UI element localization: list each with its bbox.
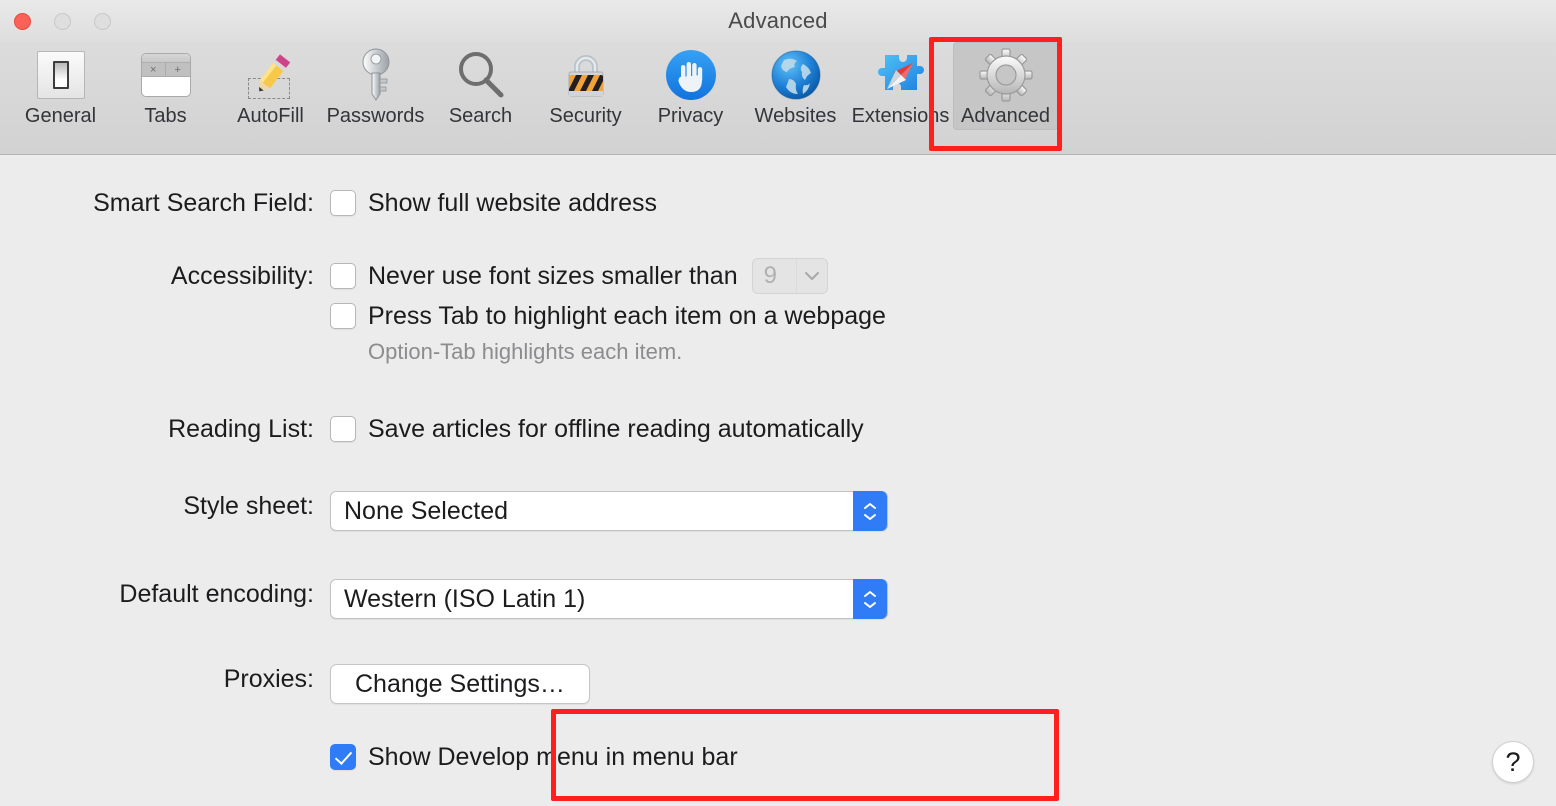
smart-search-field-label: Smart Search Field: [93,189,314,217]
show-develop-menu-row[interactable]: Show Develop menu in menu bar [330,742,738,772]
tab-security[interactable]: Security [533,42,638,130]
help-button[interactable]: ? [1492,741,1534,783]
proxies-label: Proxies: [223,665,314,693]
row-style-sheet: Style sheet: None Selected [80,491,888,531]
default-encoding-stepper-icon[interactable] [853,579,887,619]
tab-extensions[interactable]: Extensions [848,42,953,130]
tab-security-label: Security [549,105,622,127]
tab-autofill-label: AutoFill [237,105,304,127]
autofill-icon [243,47,299,103]
accessibility-hint: Option-Tab highlights each item. [368,339,683,364]
general-icon [33,47,89,103]
tab-tabs[interactable]: × + Tabs [113,42,218,130]
tab-search[interactable]: Search [428,42,533,130]
row-proxies: Proxies: Change Settings… [80,664,590,704]
never-use-font-sizes-label: Never use font sizes smaller than [368,261,738,290]
tab-general[interactable]: General [8,42,113,130]
press-tab-label: Press Tab to highlight each item on a we… [368,301,886,330]
titlebar: Advanced [0,0,1556,42]
change-settings-button[interactable]: Change Settings… [330,664,590,704]
tab-tabs-label: Tabs [144,105,187,127]
tab-advanced-label: Advanced [961,105,1050,127]
style-sheet-label: Style sheet: [183,492,314,520]
tab-extensions-label: Extensions [851,105,950,127]
passwords-icon [348,47,404,103]
minimum-font-size-value: 9 [753,259,797,293]
default-encoding-label: Default encoding: [119,580,314,608]
tab-websites-label: Websites [754,105,837,127]
window-title: Advanced [728,8,828,33]
tab-privacy-label: Privacy [657,105,724,127]
tabs-icon-add-glyph: + [174,64,181,76]
show-full-address-checkbox[interactable] [330,190,356,216]
tab-privacy[interactable]: Privacy [638,42,743,130]
tab-passwords-label: Passwords [326,105,425,127]
preferences-toolbar: General × + Tabs AutoFill Passwords Sear… [0,42,1556,155]
advanced-icon [978,47,1034,103]
show-develop-menu-checkbox[interactable] [330,744,356,770]
save-offline-checkbox[interactable] [330,416,356,442]
advanced-settings-pane: Smart Search Field: Show full website ad… [0,156,1556,806]
press-tab-row[interactable]: Press Tab to highlight each item on a we… [330,301,886,331]
extensions-icon [873,47,929,103]
tab-general-label: General [24,105,97,127]
tab-search-label: Search [448,105,513,127]
preferences-window: Advanced General × + Tabs AutoFill Passw… [0,0,1556,806]
never-use-font-sizes-checkbox[interactable] [330,263,356,289]
tab-passwords[interactable]: Passwords [323,42,428,130]
save-offline-row[interactable]: Save articles for offline reading automa… [330,414,864,444]
press-tab-checkbox[interactable] [330,303,356,329]
show-full-address-label: Show full website address [368,188,658,217]
show-develop-menu-label: Show Develop menu in menu bar [368,742,738,771]
tabs-icon-close-glyph: × [142,63,166,76]
tab-autofill[interactable]: AutoFill [218,42,323,130]
default-encoding-popup[interactable]: Western (ISO Latin 1) [330,579,888,619]
row-accessibility: Accessibility: Never use font sizes smal… [80,258,886,365]
never-use-font-sizes-row[interactable]: Never use font sizes smaller than 9 [330,258,886,294]
reading-list-label: Reading List: [168,415,314,443]
websites-icon [768,47,824,103]
accessibility-label: Accessibility: [170,262,314,290]
show-full-address-row[interactable]: Show full website address [330,188,657,218]
style-sheet-popup[interactable]: None Selected [330,491,888,531]
style-sheet-stepper-icon[interactable] [853,491,887,531]
chevron-down-icon[interactable] [797,259,827,293]
style-sheet-value: None Selected [344,496,509,525]
row-smart-search-field: Smart Search Field: Show full website ad… [80,188,657,218]
save-offline-label: Save articles for offline reading automa… [368,414,864,443]
default-encoding-value: Western (ISO Latin 1) [344,584,586,613]
row-develop-menu: Show Develop menu in menu bar [80,742,738,772]
tabs-icon: × + [138,47,194,103]
row-reading-list: Reading List: Save articles for offline … [80,414,864,444]
tab-advanced[interactable]: Advanced [953,42,1058,130]
search-icon [453,47,509,103]
privacy-icon [663,47,719,103]
toolbar-tab-list: General × + Tabs AutoFill Passwords Sear… [8,42,1058,130]
minimum-font-size-combo[interactable]: 9 [751,258,828,294]
security-icon [558,47,614,103]
row-default-encoding: Default encoding: Western (ISO Latin 1) [80,579,888,619]
tab-websites[interactable]: Websites [743,42,848,130]
